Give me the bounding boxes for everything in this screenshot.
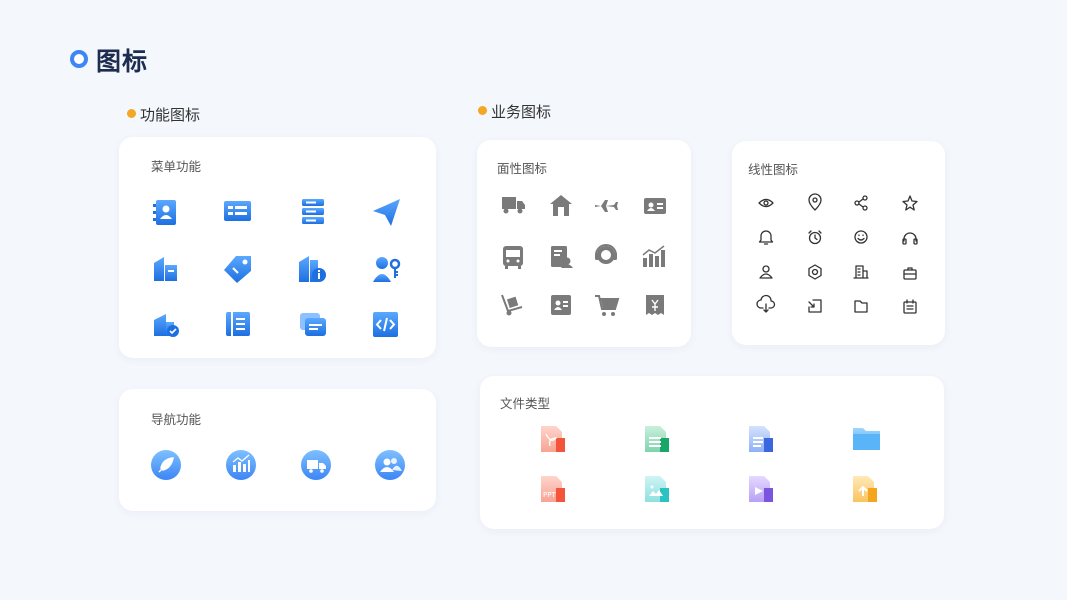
document-list-icon[interactable] — [226, 312, 250, 336]
section-label-business: 业务图标 — [491, 103, 552, 121]
headphones-icon[interactable] — [902, 232, 918, 245]
location-pin-icon[interactable] — [808, 193, 822, 211]
message-stack-icon[interactable] — [300, 313, 326, 336]
alarm-clock-icon[interactable] — [808, 230, 822, 245]
title-bullet-icon — [70, 50, 88, 68]
hand-truck-icon[interactable] — [501, 294, 523, 316]
document-user-icon[interactable] — [551, 246, 573, 268]
growth-chart-icon[interactable] — [642, 245, 665, 267]
id-card-icon[interactable] — [224, 201, 251, 221]
eye-icon[interactable] — [758, 198, 774, 208]
video-file-icon[interactable] — [749, 476, 773, 502]
nav-icons-row — [151, 450, 405, 480]
smile-icon[interactable] — [854, 230, 868, 244]
line-icons-grid — [756, 193, 918, 314]
star-icon[interactable] — [902, 195, 918, 211]
upload-file-icon[interactable] — [853, 476, 877, 502]
image-file-icon[interactable] — [645, 476, 669, 502]
file-types-grid: PPT — [541, 426, 880, 502]
sheet-file-icon[interactable] — [645, 426, 669, 452]
delivery-truck-icon[interactable] — [301, 450, 331, 480]
building-info-icon[interactable] — [299, 256, 326, 282]
ppt-file-icon[interactable]: PPT — [541, 476, 565, 502]
contact-book-icon[interactable] — [153, 200, 176, 225]
user-key-icon[interactable] — [373, 257, 401, 282]
import-icon[interactable] — [808, 299, 822, 313]
pdf-file-icon[interactable] — [541, 426, 565, 452]
ppt-label: PPT — [543, 491, 556, 499]
menu-icons-grid — [153, 199, 401, 337]
house-icon[interactable] — [550, 195, 572, 216]
invoice-icon[interactable] — [646, 295, 664, 315]
settings-icon[interactable] — [808, 264, 822, 280]
share-icon[interactable] — [854, 195, 868, 211]
user-icon[interactable] — [759, 265, 773, 279]
buildings-icon[interactable] — [154, 257, 177, 281]
bell-icon[interactable] — [758, 230, 774, 245]
truck-icon[interactable] — [502, 197, 525, 214]
users-icon[interactable] — [375, 450, 405, 480]
folder-icon[interactable] — [854, 300, 868, 313]
solid-icons-grid — [501, 195, 666, 316]
server-icon[interactable] — [302, 199, 324, 224]
building-icon[interactable] — [853, 265, 869, 279]
building-check-icon[interactable] — [154, 314, 179, 337]
shopping-cart-icon[interactable] — [595, 295, 620, 316]
contact-card-icon[interactable] — [551, 295, 571, 315]
customer-service-icon[interactable] — [595, 244, 617, 264]
section-label-functional: 功能图标 — [140, 106, 201, 124]
bar-chart-icon[interactable] — [226, 450, 256, 480]
section-bullet-icon — [478, 106, 487, 115]
bus-icon[interactable] — [503, 246, 523, 269]
cloud-download-icon[interactable] — [756, 294, 776, 313]
briefcase-icon[interactable] — [903, 267, 917, 280]
section-bullet-icon — [127, 109, 136, 118]
page-title: 图标 — [96, 47, 149, 76]
word-file-icon[interactable] — [749, 426, 773, 452]
airplane-icon[interactable] — [595, 200, 618, 212]
feather-icon[interactable] — [151, 450, 181, 480]
id-card-icon[interactable] — [644, 198, 666, 214]
price-tag-icon[interactable] — [224, 256, 251, 283]
paper-plane-icon[interactable] — [373, 199, 400, 226]
folder-file-icon[interactable] — [853, 428, 880, 450]
calendar-note-icon[interactable] — [903, 299, 917, 314]
code-icon[interactable] — [373, 312, 398, 337]
